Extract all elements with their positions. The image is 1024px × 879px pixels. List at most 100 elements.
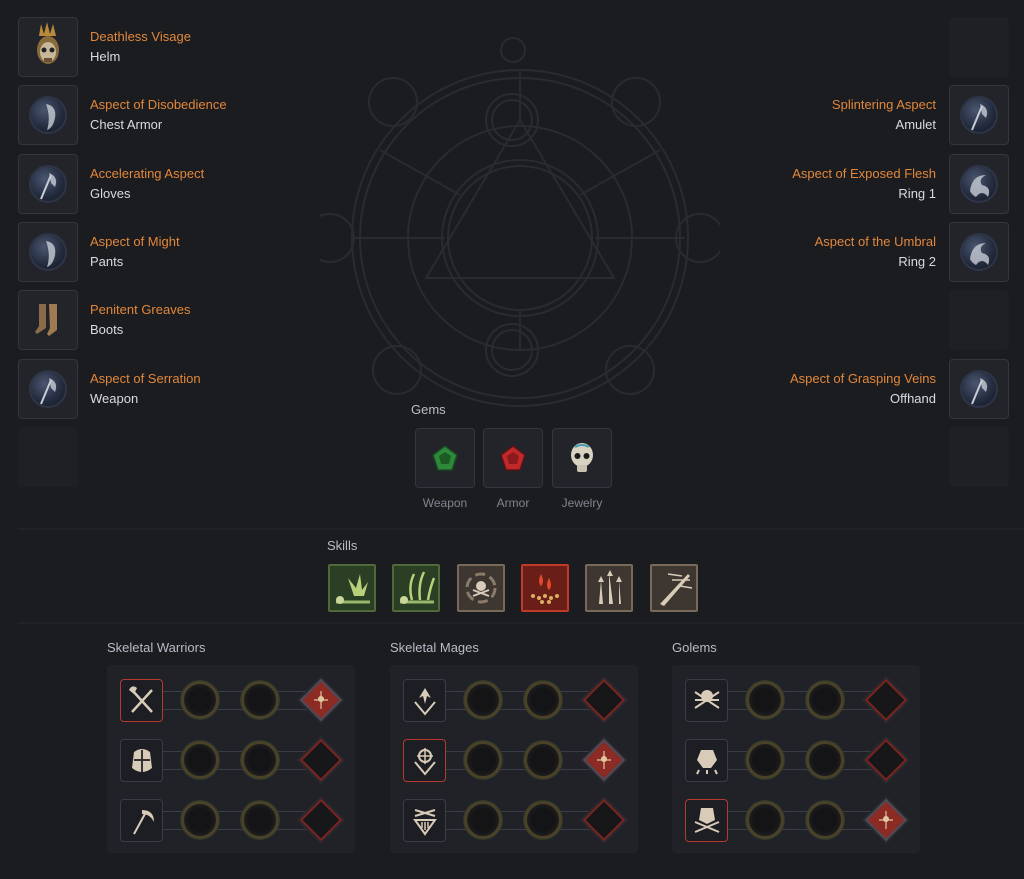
- upgrade-socket[interactable]: [181, 741, 219, 779]
- skull-gem-icon: [571, 443, 593, 472]
- minion-type-button[interactable]: [120, 679, 163, 722]
- item-slot-label: Gloves: [90, 186, 131, 201]
- ruby-gem-icon: [500, 445, 526, 471]
- gem-slot-armor[interactable]: [483, 428, 543, 488]
- item-name: Aspect of Serration: [90, 371, 201, 386]
- aspect-orb-axe-icon: [960, 370, 998, 408]
- skill-slot[interactable]: [649, 564, 698, 612]
- upgrade-diamond-node[interactable]: [582, 738, 626, 782]
- minion-type-button[interactable]: [685, 679, 728, 722]
- empty-slot[interactable]: [949, 17, 1009, 77]
- skill-slot[interactable]: [585, 564, 634, 612]
- ring-1-slot[interactable]: [949, 154, 1009, 214]
- minion-row: [672, 678, 920, 722]
- gloves-slot[interactable]: [18, 154, 78, 214]
- upgrade-socket[interactable]: [524, 681, 562, 719]
- upgrade-diamond-node[interactable]: [299, 678, 343, 722]
- equipment-item[interactable]: Aspect of Grasping Veins Offhand: [790, 369, 936, 409]
- skill-slot[interactable]: [456, 564, 505, 612]
- gems-label: Gems: [411, 402, 446, 417]
- ring-2-slot[interactable]: [949, 222, 1009, 282]
- offhand-slot[interactable]: [949, 359, 1009, 419]
- minion-row: [107, 738, 355, 782]
- minion-group-label: Skeletal Mages: [390, 640, 479, 655]
- skill-slot[interactable]: [520, 564, 569, 612]
- aspect-orb-axe-icon: [960, 96, 998, 134]
- equipment-item[interactable]: Splintering Aspect Amulet: [832, 95, 936, 135]
- upgrade-diamond-node[interactable]: [582, 678, 626, 722]
- upgrade-diamond-node[interactable]: [864, 678, 908, 722]
- boots-icon: [35, 304, 57, 336]
- item-name: Aspect of Grasping Veins: [790, 371, 936, 386]
- empty-slot[interactable]: [949, 290, 1009, 350]
- skill-slot[interactable]: [328, 564, 376, 612]
- blood-mist-icon: [530, 574, 559, 604]
- minion-type-button[interactable]: [403, 679, 446, 722]
- equipment-item[interactable]: Aspect of Disobedience Chest Armor: [90, 95, 227, 135]
- upgrade-socket[interactable]: [464, 681, 502, 719]
- equipment-item[interactable]: Aspect of Might Pants: [90, 232, 180, 272]
- upgrade-socket[interactable]: [806, 801, 844, 839]
- minion-type-button[interactable]: [120, 739, 163, 782]
- upgrade-socket[interactable]: [464, 741, 502, 779]
- minion-row: [672, 798, 920, 842]
- section-divider: [18, 622, 1024, 624]
- upgrade-socket[interactable]: [241, 681, 279, 719]
- gem-slot-jewelry[interactable]: [552, 428, 612, 488]
- upgrade-socket[interactable]: [524, 741, 562, 779]
- equipment-item[interactable]: Aspect of the Umbral Ring 2: [815, 232, 936, 272]
- amulet-slot[interactable]: [949, 85, 1009, 145]
- gem-slot-weapon[interactable]: [415, 428, 475, 488]
- gem-caption: Weapon: [422, 496, 468, 510]
- minion-type-button[interactable]: [403, 799, 446, 842]
- chest-armor-slot[interactable]: [18, 85, 78, 145]
- shadow-mage-icon: [413, 687, 436, 716]
- minion-type-button[interactable]: [685, 739, 728, 782]
- item-slot-label: Chest Armor: [90, 117, 163, 132]
- upgrade-socket[interactable]: [241, 741, 279, 779]
- equipment-item[interactable]: Deathless Visage Helm: [90, 27, 191, 67]
- equipment-item[interactable]: Accelerating Aspect Gloves: [90, 164, 204, 204]
- upgrade-diamond-node[interactable]: [864, 738, 908, 782]
- upgrade-diamond-node[interactable]: [582, 798, 626, 842]
- pants-slot[interactable]: [18, 222, 78, 282]
- skill-slot[interactable]: [392, 564, 441, 612]
- upgrade-socket[interactable]: [746, 741, 784, 779]
- equipment-item[interactable]: Aspect of Exposed Flesh Ring 1: [792, 164, 936, 204]
- equipment-item[interactable]: Aspect of Serration Weapon: [90, 369, 201, 409]
- boots-slot[interactable]: [18, 290, 78, 350]
- upgrade-diamond-node[interactable]: [299, 738, 343, 782]
- empty-slot[interactable]: [18, 427, 78, 487]
- minion-type-button[interactable]: [120, 799, 163, 842]
- upgrade-diamond-node[interactable]: [299, 798, 343, 842]
- minion-group-label: Golems: [672, 640, 717, 655]
- equipment-item[interactable]: Penitent Greaves Boots: [90, 300, 190, 340]
- upgrade-socket[interactable]: [464, 801, 502, 839]
- minion-type-button[interactable]: [403, 739, 446, 782]
- upgrade-socket[interactable]: [241, 801, 279, 839]
- minion-row: [107, 798, 355, 842]
- upgrade-socket[interactable]: [806, 681, 844, 719]
- upgrade-socket[interactable]: [181, 681, 219, 719]
- upgrade-socket[interactable]: [181, 801, 219, 839]
- upgrade-socket[interactable]: [806, 741, 844, 779]
- upgrade-socket[interactable]: [524, 801, 562, 839]
- corpse-tendrils-icon: [400, 571, 436, 604]
- bone-shield-icon: [131, 748, 152, 772]
- empty-slot[interactable]: [949, 427, 1009, 487]
- minion-type-button[interactable]: [685, 799, 728, 842]
- skills-label: Skills: [327, 538, 358, 553]
- weapon-slot[interactable]: [18, 359, 78, 419]
- minion-group-panel: [107, 665, 355, 853]
- item-slot-label: Amulet: [895, 117, 936, 132]
- bone-spear-icon: [659, 573, 692, 606]
- upgrade-socket[interactable]: [746, 801, 784, 839]
- section-divider: [18, 528, 1024, 530]
- gem-caption: Jewelry: [561, 496, 603, 510]
- upgrade-diamond-node[interactable]: [864, 798, 908, 842]
- item-slot-label: Pants: [90, 254, 124, 269]
- helm-slot[interactable]: [18, 17, 78, 77]
- upgrade-socket[interactable]: [746, 681, 784, 719]
- item-slot-label: Offhand: [889, 391, 936, 406]
- helm-icon: [37, 22, 59, 64]
